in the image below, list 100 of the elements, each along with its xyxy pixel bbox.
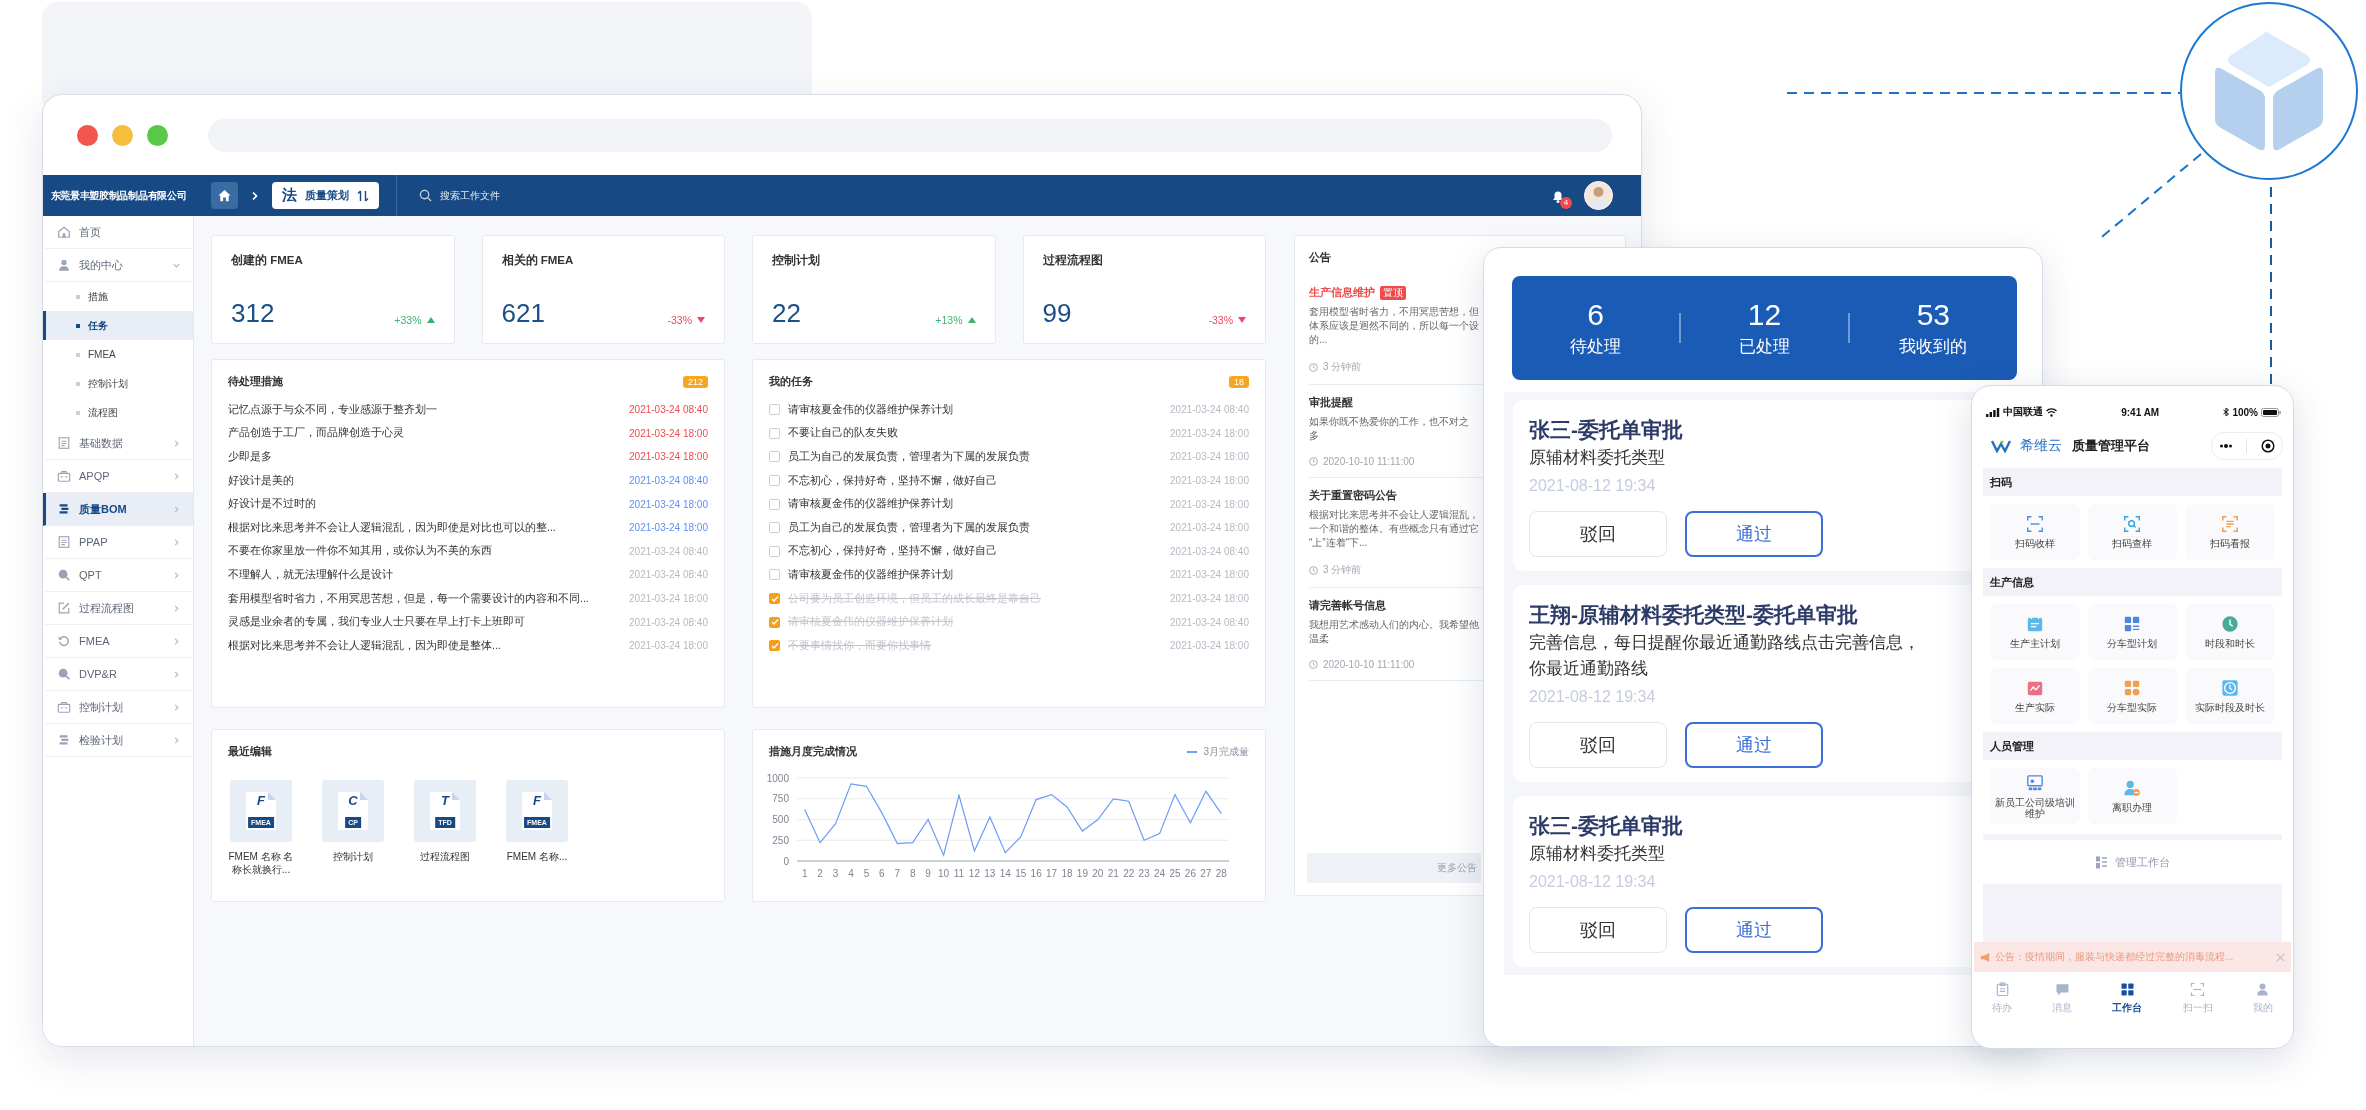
task-text: 不要事情找你，而要你找事情 xyxy=(788,638,932,653)
file-name[interactable]: FMEM 名称 名称长就换行... xyxy=(228,850,294,876)
checkbox[interactable] xyxy=(769,640,780,652)
list-item[interactable]: 不要在你家里放一件你不知其用，或你认为不美的东西 xyxy=(228,544,622,559)
item-time: 2021-03-24 18:00 xyxy=(629,640,708,652)
signal-icon xyxy=(1986,407,2000,417)
announcement-title[interactable]: 关于重置密码公告 xyxy=(1309,488,1397,503)
file-name[interactable]: 过程流程图 xyxy=(412,850,478,863)
axis-label: 9 xyxy=(925,868,931,879)
feature-tile[interactable]: 离职办理 xyxy=(2087,768,2178,824)
checkbox[interactable] xyxy=(769,569,780,581)
avatar-icon[interactable] xyxy=(1584,181,1613,210)
checkbox[interactable] xyxy=(769,522,780,534)
close-dot[interactable] xyxy=(77,124,98,146)
announcement-text: 根据对比来思考并不会让人逻辑混乱， xyxy=(1309,508,1479,522)
minimize-dot[interactable] xyxy=(112,124,133,146)
sidebar-subitem[interactable]: 流程图 xyxy=(43,398,193,427)
sidebar-item[interactable]: 过程流程图 xyxy=(43,592,193,625)
sidebar-item[interactable]: PPAP xyxy=(43,526,193,559)
list-item[interactable]: 少即是多 xyxy=(228,450,622,464)
list-item[interactable]: 产品创造于工厂，而品牌创造于心灵 xyxy=(228,426,622,441)
feature-tile[interactable]: 生产实际 xyxy=(1990,668,2080,724)
announcement-title[interactable]: 生产信息维护 xyxy=(1309,285,1375,300)
feature-tile[interactable]: 实际时段及时长 xyxy=(2185,668,2275,724)
module-switcher[interactable]: 法 质量策划 xyxy=(272,182,379,209)
announcement-title[interactable]: 请完善帐号信息 xyxy=(1309,598,1386,613)
home-icon xyxy=(217,188,232,203)
megaphone-icon xyxy=(1980,951,1991,963)
list-item[interactable]: 记忆点源于与众不同，专业感源于整齐划一 xyxy=(228,402,622,417)
list-item[interactable]: 根据对比来思考并不会让人逻辑混乱，因为即使是整体... xyxy=(228,638,622,653)
list-item[interactable]: 套用模型省时省力，不用冥思苦想，但是，每一个需要设计的内容和不同... xyxy=(228,591,622,606)
file-name[interactable]: FMEM 名称... xyxy=(504,850,570,863)
sidebar-item[interactable]: FMEA xyxy=(43,625,193,658)
announcement-text: 温柔 xyxy=(1309,632,1329,646)
stat-change: -33% xyxy=(667,314,692,326)
checkbox[interactable] xyxy=(769,451,780,463)
list-item[interactable]: 好设计是美的 xyxy=(228,473,622,488)
reject-button[interactable]: 驳回 xyxy=(1529,907,1667,953)
feature-tile[interactable]: 扫码看报 xyxy=(2185,504,2275,560)
checkbox[interactable] xyxy=(769,404,780,416)
sidebar-item[interactable]: QPT xyxy=(43,559,193,592)
sidebar-item[interactable]: 基础数据 xyxy=(43,427,193,460)
sidebar-item[interactable]: 控制计划 xyxy=(43,691,193,724)
feature-tile[interactable]: 新员工公司级培训维护 xyxy=(1990,768,2080,824)
feature-tile[interactable]: 扫码收样 xyxy=(1990,504,2080,560)
item-time: 2021-03-24 08:40 xyxy=(1170,545,1249,557)
checkbox[interactable] xyxy=(769,616,780,628)
chat-icon xyxy=(2054,982,2070,997)
feature-tile[interactable]: 分车型实际 xyxy=(2087,668,2178,724)
stat-value: 22 xyxy=(772,300,801,326)
sidebar-subitem[interactable]: 任务 xyxy=(43,311,193,340)
clock-icon xyxy=(1309,457,1318,466)
task-text: 员工为自己的发展负责，管理者为下属的发展负责 xyxy=(788,520,1031,535)
item-time: 2021-03-24 08:40 xyxy=(629,404,708,416)
checkbox[interactable] xyxy=(769,498,780,510)
sidebar-item[interactable]: 检验计划 xyxy=(43,724,193,757)
sidebar-item[interactable]: 首页 xyxy=(43,216,193,249)
reject-button[interactable]: 驳回 xyxy=(1529,511,1667,557)
axis-label: 17 xyxy=(1046,868,1058,879)
announcement-title[interactable]: 审批提醒 xyxy=(1309,395,1353,410)
approve-button[interactable]: 通过 xyxy=(1685,907,1823,953)
search-field[interactable]: 搜索工作文件 xyxy=(440,190,690,201)
feature-tile[interactable]: 分车型计划 xyxy=(2087,604,2178,660)
sidebar-item[interactable]: 我的中心 xyxy=(43,249,193,282)
legend-swatch xyxy=(1187,750,1198,753)
item-time: 2021-03-24 08:40 xyxy=(1170,404,1249,416)
task-text: 不要让自己的队友失败 xyxy=(788,426,899,441)
announcement-time: 3 分钟前 xyxy=(1323,360,1362,374)
list-item[interactable]: 好设计是不过时的 xyxy=(228,497,622,512)
checkbox[interactable] xyxy=(769,427,780,439)
maximize-dot[interactable] xyxy=(147,124,168,146)
checkbox[interactable] xyxy=(769,475,780,487)
home-button[interactable] xyxy=(211,182,238,209)
file-name[interactable]: 控制计划 xyxy=(320,850,386,863)
list-item[interactable]: 灵感是业余者的专属，我们专业人士只要在早上打卡上班即可 xyxy=(228,615,622,630)
sidebar-item[interactable]: 质量BOM xyxy=(43,493,193,526)
list-item[interactable]: 不理解人，就无法理解什么是设计 xyxy=(228,567,622,582)
approve-button[interactable]: 通过 xyxy=(1685,722,1823,768)
mini-program-capsule[interactable] xyxy=(2211,432,2283,460)
item-time: 2021-03-24 08:40 xyxy=(629,545,708,557)
list-icon xyxy=(57,535,71,549)
feature-tile[interactable]: 扫码查样 xyxy=(2087,504,2178,560)
sidebar-subitem[interactable]: FMEA xyxy=(43,340,193,369)
tab-bar-item[interactable]: 工作台 xyxy=(2112,982,2143,1015)
card-title: 待处理措施 xyxy=(228,374,283,389)
sidebar-subitem[interactable]: 控制计划 xyxy=(43,369,193,398)
announcement-text: 一个和谐的整体。有些概念只有通过它 xyxy=(1309,522,1479,536)
checkbox[interactable] xyxy=(769,593,780,605)
checkbox[interactable] xyxy=(769,545,780,557)
sidebar-item[interactable]: DVP&R xyxy=(43,658,193,691)
count-badge: 18 xyxy=(1229,375,1249,388)
approve-button[interactable]: 通过 xyxy=(1685,511,1823,557)
feature-tile[interactable]: 时段和时长 xyxy=(2185,604,2275,660)
reject-button[interactable]: 驳回 xyxy=(1529,722,1667,768)
item-time: 2021-03-24 18:00 xyxy=(1170,475,1249,487)
sidebar-subitem[interactable]: 措施 xyxy=(43,282,193,311)
list-item[interactable]: 根据对比来思考并不会让人逻辑混乱，因为即使是对比也可以的整... xyxy=(228,520,622,535)
axis-label: 2 xyxy=(817,868,823,879)
feature-tile[interactable]: 生产主计划 xyxy=(1990,604,2080,660)
clock-icon xyxy=(1309,565,1318,575)
